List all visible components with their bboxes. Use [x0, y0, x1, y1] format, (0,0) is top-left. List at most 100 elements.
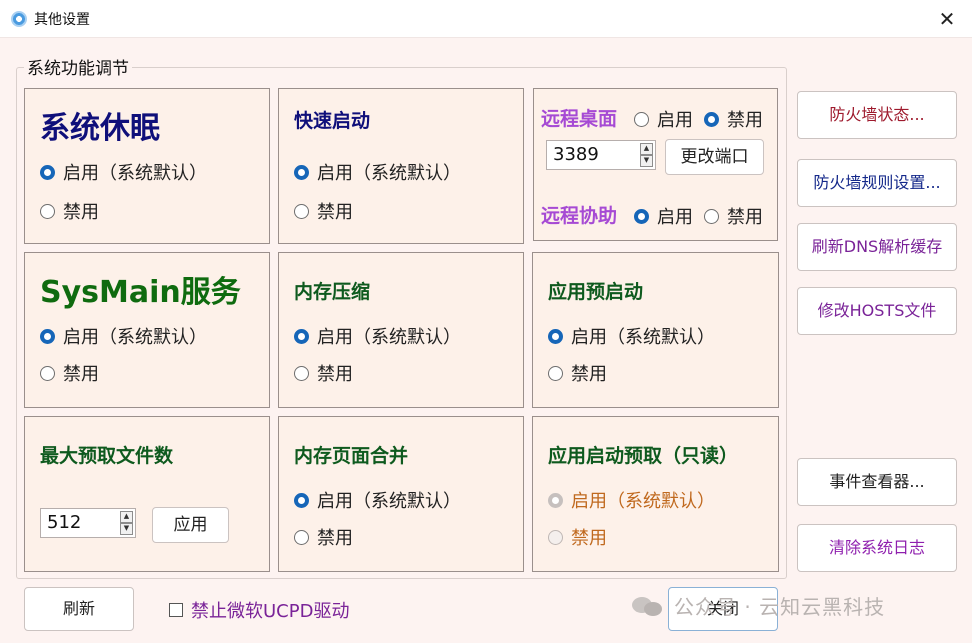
radio-selected-icon[interactable] — [294, 328, 309, 344]
ucpd-checkbox[interactable]: 禁止微软UCPD驱动 — [169, 597, 349, 623]
ucpd-label: 禁止微软UCPD驱动 — [191, 601, 350, 622]
firewall-status-button[interactable]: 防火墙状态... — [797, 91, 957, 139]
radio-icon[interactable] — [294, 365, 309, 381]
pagecombine-option-disable[interactable]: 禁用 — [294, 524, 353, 550]
panel-title: 应用启动预取（只读） — [548, 445, 739, 467]
chevron-down-icon[interactable]: ▼ — [120, 523, 133, 535]
radio-selected-icon[interactable] — [294, 492, 309, 508]
port-value: 3389 — [553, 144, 599, 165]
close-icon[interactable]: ✕ — [934, 6, 960, 32]
apply-button[interactable]: 应用 — [152, 507, 229, 543]
radio-icon[interactable] — [294, 203, 309, 219]
option-label: 禁用 — [317, 528, 353, 549]
edit-hosts-button[interactable]: 修改HOSTS文件 — [797, 287, 957, 335]
panel-memory-compression: 内存压缩 启用（系统默认） 禁用 — [278, 252, 524, 408]
remote-assist-option-enable[interactable]: 启用 — [634, 203, 693, 229]
radio-selected-icon[interactable] — [634, 208, 649, 224]
panel-max-prefetch: 最大预取文件数 512 ▲ ▼ 应用 — [24, 416, 270, 572]
option-label: 启用（系统默认） — [63, 327, 207, 348]
option-label: 禁用 — [727, 110, 763, 131]
option-label: 启用（系统默认） — [571, 327, 715, 348]
radio-disabled-icon — [548, 529, 563, 545]
launchprefetch-option-enable: 启用（系统默认） — [548, 487, 715, 513]
app-gear-icon — [11, 11, 27, 27]
sleep-option-enable[interactable]: 启用（系统默认） — [40, 159, 207, 185]
panel-sysmain: SysMain服务 启用（系统默认） 禁用 — [24, 252, 270, 408]
radio-selected-icon[interactable] — [40, 164, 55, 180]
remote-assist-option-disable[interactable]: 禁用 — [704, 203, 763, 229]
memcompress-option-enable[interactable]: 启用（系统默认） — [294, 323, 461, 349]
fastboot-option-disable[interactable]: 禁用 — [294, 198, 353, 224]
option-label: 禁用 — [727, 207, 763, 228]
option-label: 禁用 — [571, 528, 607, 549]
radio-icon[interactable] — [548, 365, 563, 381]
panel-title: 系统休眠 — [40, 111, 160, 146]
port-input[interactable]: 3389 ▲ ▼ — [546, 140, 656, 170]
firewall-rules-button[interactable]: 防火墙规则设置... — [797, 159, 957, 207]
memcompress-option-disable[interactable]: 禁用 — [294, 360, 353, 386]
option-label: 禁用 — [63, 202, 99, 223]
radio-selected-icon[interactable] — [40, 328, 55, 344]
refresh-button[interactable]: 刷新 — [24, 587, 134, 631]
remote-desktop-label: 远程桌面 — [541, 108, 618, 130]
radio-icon[interactable] — [704, 208, 719, 224]
option-label: 启用（系统默认） — [317, 491, 461, 512]
option-label: 禁用 — [63, 364, 99, 385]
panel-system-sleep: 系统休眠 启用（系统默认） 禁用 — [24, 88, 270, 244]
panel-app-preload: 应用预启动 启用（系统默认） 禁用 — [532, 252, 779, 408]
port-stepper[interactable]: ▲ ▼ — [640, 143, 653, 167]
sysmain-option-disable[interactable]: 禁用 — [40, 360, 99, 386]
chevron-down-icon[interactable]: ▼ — [640, 155, 653, 167]
prefetch-value: 512 — [47, 512, 82, 533]
group-legend: 系统功能调节 — [24, 54, 132, 79]
option-label: 禁用 — [317, 202, 353, 223]
radio-selected-disabled-icon — [548, 492, 563, 508]
radio-selected-icon[interactable] — [548, 328, 563, 344]
option-label: 启用（系统默认） — [63, 163, 207, 184]
panel-title: 快速启动 — [294, 110, 371, 132]
remote-desktop-option-enable[interactable]: 启用 — [634, 106, 693, 132]
watermark-text: 公众号 · 云知云黑科技 — [674, 595, 886, 619]
panel-title: 最大预取文件数 — [40, 445, 174, 467]
option-label: 禁用 — [571, 364, 607, 385]
sleep-option-disable[interactable]: 禁用 — [40, 198, 99, 224]
chevron-up-icon[interactable]: ▲ — [120, 511, 133, 523]
option-label: 启用（系统默认） — [571, 491, 715, 512]
window-title: 其他设置 — [34, 12, 90, 28]
launchprefetch-option-disable: 禁用 — [548, 524, 607, 550]
panel-launch-prefetch: 应用启动预取（只读） 启用（系统默认） 禁用 — [532, 416, 779, 572]
radio-icon[interactable] — [294, 529, 309, 545]
clear-logs-button[interactable]: 清除系统日志 — [797, 524, 957, 572]
panel-title: 内存压缩 — [294, 281, 371, 303]
wechat-icon — [632, 595, 666, 617]
radio-icon[interactable] — [40, 203, 55, 219]
panel-title: 内存页面合并 — [294, 445, 409, 467]
fastboot-option-enable[interactable]: 启用（系统默认） — [294, 159, 461, 185]
option-label: 启用（系统默认） — [317, 327, 461, 348]
panel-title: 应用预启动 — [548, 281, 644, 303]
radio-icon[interactable] — [634, 111, 649, 127]
prefetch-count-input[interactable]: 512 ▲ ▼ — [40, 508, 136, 538]
remote-desktop-option-disable[interactable]: 禁用 — [704, 106, 763, 132]
checkbox-icon[interactable] — [169, 603, 183, 617]
title-bar: 其他设置 ✕ — [0, 0, 972, 38]
event-viewer-button[interactable]: 事件查看器... — [797, 458, 957, 506]
radio-selected-icon[interactable] — [294, 164, 309, 180]
radio-selected-icon[interactable] — [704, 111, 719, 127]
prefetch-stepper[interactable]: ▲ ▼ — [120, 511, 133, 535]
apppreload-option-disable[interactable]: 禁用 — [548, 360, 607, 386]
option-label: 禁用 — [317, 364, 353, 385]
radio-icon[interactable] — [40, 365, 55, 381]
panel-title: SysMain服务 — [40, 275, 241, 310]
chevron-up-icon[interactable]: ▲ — [640, 143, 653, 155]
sysmain-option-enable[interactable]: 启用（系统默认） — [40, 323, 207, 349]
flush-dns-button[interactable]: 刷新DNS解析缓存 — [797, 223, 957, 271]
pagecombine-option-enable[interactable]: 启用（系统默认） — [294, 487, 461, 513]
panel-fast-startup: 快速启动 启用（系统默认） 禁用 — [278, 88, 524, 244]
apppreload-option-enable[interactable]: 启用（系统默认） — [548, 323, 715, 349]
change-port-button[interactable]: 更改端口 — [665, 139, 764, 175]
option-label: 启用（系统默认） — [317, 163, 461, 184]
option-label: 启用 — [657, 110, 693, 131]
panel-page-combining: 内存页面合并 启用（系统默认） 禁用 — [278, 416, 524, 572]
remote-assist-label: 远程协助 — [541, 205, 618, 227]
